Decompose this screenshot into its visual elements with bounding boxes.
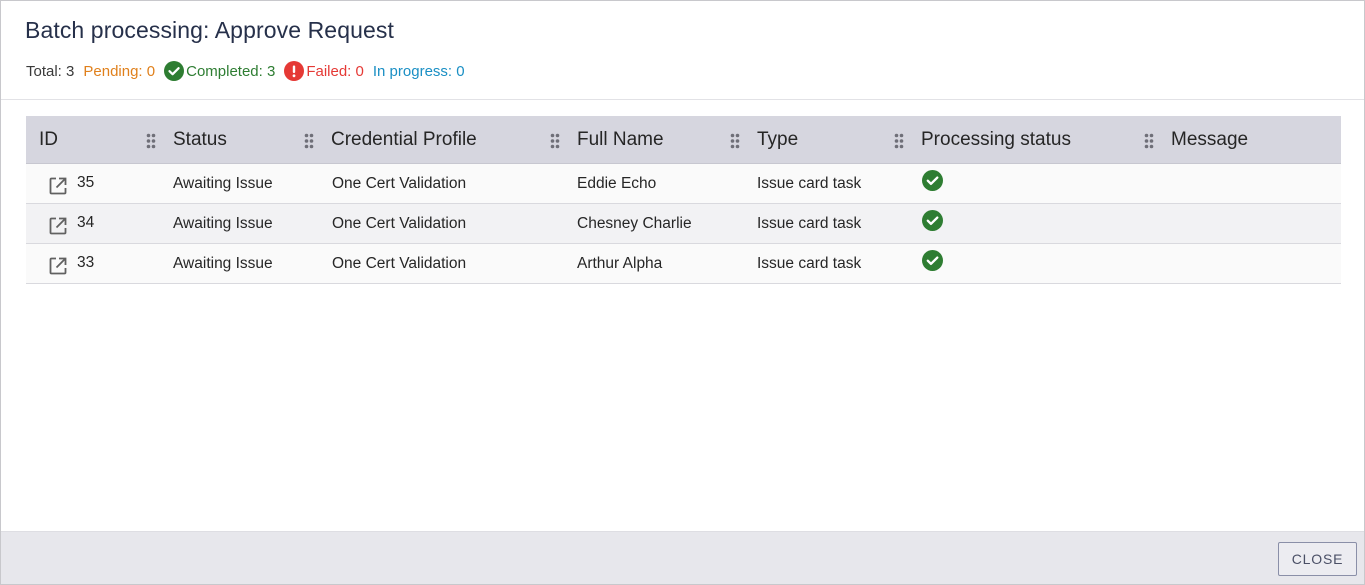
close-button[interactable]: CLOSE xyxy=(1278,542,1357,576)
row-credential-profile: One Cert Validation xyxy=(332,174,467,192)
drag-handle-icon[interactable] xyxy=(1144,133,1154,149)
table-row[interactable]: 35 Awaiting Issue One Cert Validation Ed… xyxy=(26,164,1341,204)
row-credential-profile: One Cert Validation xyxy=(332,254,467,272)
row-full-name: Eddie Echo xyxy=(577,174,657,192)
drag-handle-icon[interactable] xyxy=(894,133,904,149)
table-row[interactable]: 33 Awaiting Issue One Cert Validation Ar… xyxy=(26,244,1341,284)
summary-failed-label: Failed: 0 xyxy=(306,62,364,80)
row-full-name: Arthur Alpha xyxy=(577,254,663,272)
batch-summary: Total: 3 Pending: 0 Completed: 3 Failed:… xyxy=(26,61,474,81)
check-circle-icon xyxy=(922,170,943,191)
summary-completed: Completed: 3 xyxy=(164,61,275,81)
table-header: ID Status Credential Profile Full Name T… xyxy=(26,116,1341,164)
row-id: 35 xyxy=(77,174,95,191)
summary-failed: Failed: 0 xyxy=(284,61,364,81)
row-type: Issue card task xyxy=(757,174,862,192)
summary-completed-label: Completed: 3 xyxy=(186,62,276,80)
open-in-new-icon[interactable] xyxy=(48,216,68,236)
row-full-name: Chesney Charlie xyxy=(577,214,692,232)
check-circle-icon xyxy=(922,210,943,231)
column-header-status[interactable]: Status xyxy=(173,116,227,163)
column-header-id[interactable]: ID xyxy=(39,116,58,163)
row-id: 34 xyxy=(77,214,95,231)
row-status: Awaiting Issue xyxy=(173,214,273,232)
column-header-message[interactable]: Message xyxy=(1171,116,1248,163)
row-status: Awaiting Issue xyxy=(173,254,273,272)
drag-handle-icon[interactable] xyxy=(730,133,740,149)
row-type: Issue card task xyxy=(757,214,862,232)
table-row[interactable]: 34 Awaiting Issue One Cert Validation Ch… xyxy=(26,204,1341,244)
row-status: Awaiting Issue xyxy=(173,174,273,192)
summary-total: Total: 3 xyxy=(26,62,75,80)
drag-handle-icon[interactable] xyxy=(146,133,156,149)
open-in-new-icon[interactable] xyxy=(48,176,68,196)
summary-pending: Pending: 0 xyxy=(83,62,156,80)
column-header-type[interactable]: Type xyxy=(757,116,798,163)
dialog-footer: CLOSE xyxy=(1,531,1364,584)
row-type: Issue card task xyxy=(757,254,862,272)
row-id-cell[interactable]: 33 xyxy=(48,244,94,283)
column-header-credential-profile[interactable]: Credential Profile xyxy=(331,116,477,163)
check-circle-icon xyxy=(922,250,943,271)
row-id-cell[interactable]: 35 xyxy=(48,164,94,203)
error-circle-icon xyxy=(284,61,305,81)
drag-handle-icon[interactable] xyxy=(550,133,560,149)
drag-handle-icon[interactable] xyxy=(304,133,314,149)
batch-results-table: ID Status Credential Profile Full Name T… xyxy=(26,116,1341,284)
header-divider xyxy=(1,99,1364,100)
dialog-title: Batch processing: Approve Request xyxy=(25,17,394,43)
check-circle-icon xyxy=(164,61,185,81)
column-header-processing-status[interactable]: Processing status xyxy=(921,116,1071,163)
row-id: 33 xyxy=(77,254,95,271)
summary-in-progress: In progress: 0 xyxy=(372,62,465,80)
row-id-cell[interactable]: 34 xyxy=(48,204,94,243)
batch-processing-dialog: Batch processing: Approve Request Total:… xyxy=(0,0,1365,585)
open-in-new-icon[interactable] xyxy=(48,256,68,276)
row-credential-profile: One Cert Validation xyxy=(332,214,467,232)
column-header-full-name[interactable]: Full Name xyxy=(577,116,664,163)
